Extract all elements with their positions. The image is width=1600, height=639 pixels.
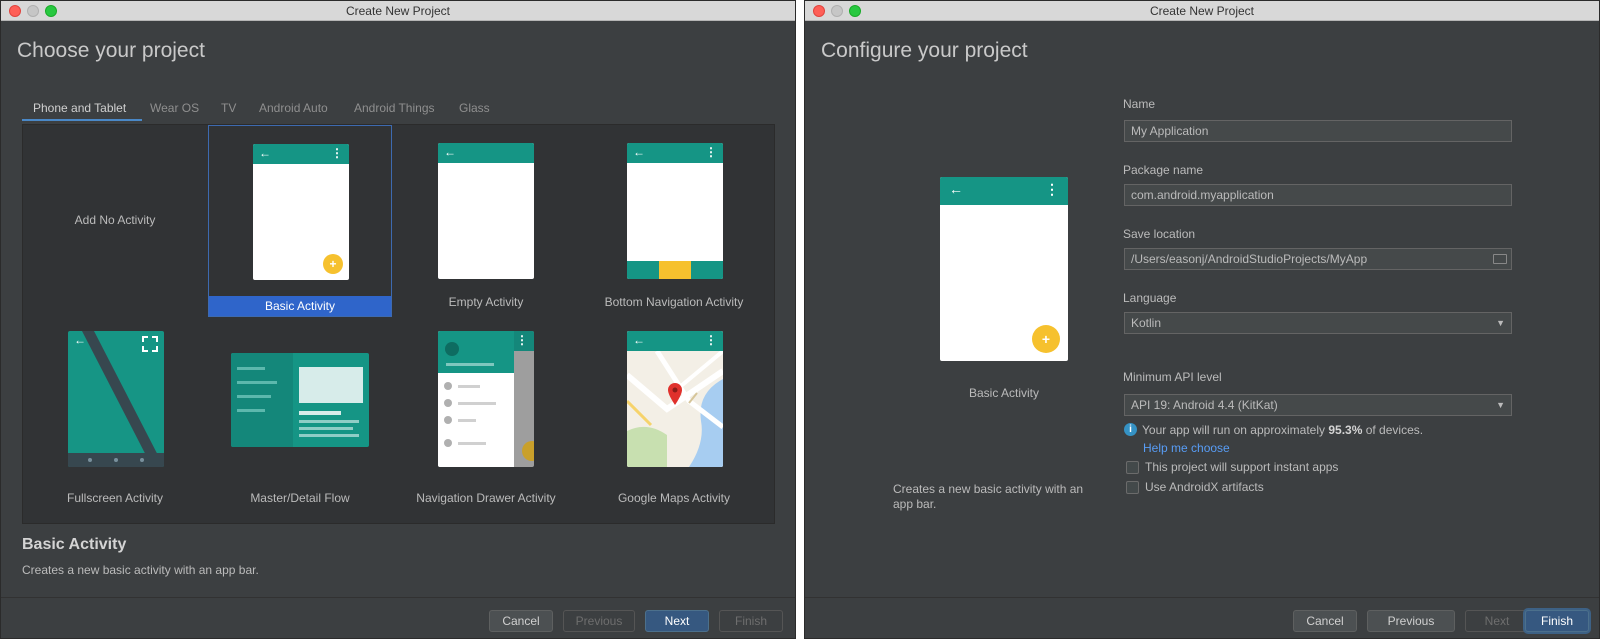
title-bar: Create New Project <box>1 1 795 21</box>
language-select[interactable]: Kotlin ▼ <box>1124 312 1512 334</box>
template-basic-activity[interactable]: ← ⋮ + Basic Activity <box>208 125 392 317</box>
template-label: Fullscreen Activity <box>66 491 164 505</box>
previous-button[interactable]: Previous <box>1367 610 1455 632</box>
save-location-value: /Users/easonj/AndroidStudioProjects/MyAp… <box>1131 252 1368 266</box>
dropdown-caret-icon: ▼ <box>1496 318 1505 328</box>
window-title: Create New Project <box>1149 4 1255 18</box>
next-button[interactable]: Next <box>1465 610 1529 632</box>
template-google-maps-activity[interactable]: ← ⋮ Google Maps Activity <box>579 321 769 511</box>
fullscreen-thumbnail: ← <box>68 331 164 467</box>
tab-glass[interactable]: Glass <box>459 101 490 115</box>
title-bar: Create New Project <box>805 1 1599 21</box>
back-arrow-icon: ← <box>633 333 645 347</box>
plus-icon: + <box>1032 325 1060 353</box>
footer-divider <box>805 597 1599 598</box>
help-me-choose-link[interactable]: Help me choose <box>1143 441 1230 455</box>
navigation-drawer-thumbnail: ⋮ <box>438 331 534 467</box>
finish-button[interactable]: Finish <box>719 610 783 632</box>
minimum-api-value: API 19: Android 4.4 (KitKat) <box>1131 398 1278 412</box>
minimum-api-label: Minimum API level <box>1123 370 1222 384</box>
google-maps-thumbnail: ← ⋮ <box>627 331 723 467</box>
template-description-title: Basic Activity <box>22 536 127 553</box>
minimum-api-select[interactable]: API 19: Android 4.4 (KitKat) ▼ <box>1124 394 1512 416</box>
template-fullscreen-activity[interactable]: ← Fullscreen Activity <box>23 321 207 511</box>
template-gallery: Add No Activity ← ⋮ + Basic Activity ← Em… <box>22 124 775 524</box>
back-arrow-icon: ← <box>259 146 271 160</box>
info-suffix: of devices. <box>1365 423 1424 437</box>
back-arrow-icon: ← <box>633 145 645 159</box>
back-arrow-icon: ← <box>949 181 963 197</box>
preview-description: Creates a new basic activity with an app… <box>893 482 1084 511</box>
window-title: Create New Project <box>345 4 451 18</box>
template-label: Empty Activity <box>448 295 524 309</box>
package-name-label: Package name <box>1123 163 1204 177</box>
plus-icon: + <box>323 254 343 274</box>
template-label: Bottom Navigation Activity <box>604 295 744 309</box>
overflow-menu-icon: ⋮ <box>705 145 717 159</box>
master-detail-thumbnail <box>231 353 369 447</box>
empty-activity-thumbnail: ← <box>438 143 534 279</box>
expand-icon <box>142 336 158 352</box>
template-add-no-activity[interactable]: Add No Activity <box>23 125 207 315</box>
preview-label: Basic Activity <box>968 386 1040 400</box>
template-description-text: Creates a new basic activity with an app… <box>22 563 259 577</box>
cancel-button[interactable]: Cancel <box>489 610 553 632</box>
fab-peek <box>522 441 534 461</box>
api-coverage-info: Your app will run on approximately 95.3%… <box>1142 423 1423 437</box>
active-tab-indicator <box>22 119 142 121</box>
template-label: Add No Activity <box>74 213 156 227</box>
dropdown-caret-icon: ▼ <box>1496 400 1505 410</box>
activity-preview: ← ⋮ + <box>940 177 1068 361</box>
androidx-label[interactable]: Use AndroidX artifacts <box>1145 480 1264 494</box>
language-label: Language <box>1123 291 1177 305</box>
drawer-panel <box>438 331 514 467</box>
template-master-detail-flow[interactable]: Master/Detail Flow <box>208 321 392 511</box>
back-arrow-icon: ← <box>444 145 456 159</box>
save-location-field[interactable]: /Users/easonj/AndroidStudioProjects/MyAp… <box>1124 248 1512 270</box>
template-bottom-navigation-activity[interactable]: ← ⋮ Bottom Navigation Activity <box>579 125 769 315</box>
name-label: Name <box>1123 97 1156 111</box>
name-field[interactable]: My Application <box>1124 120 1512 142</box>
instant-apps-checkbox[interactable] <box>1126 461 1139 474</box>
page-title: Configure your project <box>821 39 1028 62</box>
template-navigation-drawer-activity[interactable]: ⋮ Navigation Drawer Activity <box>394 321 578 511</box>
template-label: Navigation Drawer Activity <box>416 491 556 505</box>
info-prefix: Your app will run on approximately <box>1142 423 1325 437</box>
previous-button[interactable]: Previous <box>563 610 635 632</box>
overflow-menu-icon: ⋮ <box>1045 181 1059 197</box>
package-name-field[interactable]: com.android.myapplication <box>1124 184 1512 206</box>
tab-wear-os[interactable]: Wear OS <box>150 101 199 115</box>
tab-android-things[interactable]: Android Things <box>354 101 435 115</box>
coverage-percent: 95.3% <box>1328 423 1363 437</box>
map-pin-icon <box>668 383 682 405</box>
androidx-checkbox[interactable] <box>1126 481 1139 494</box>
info-icon: i <box>1124 423 1137 436</box>
page-title: Choose your project <box>17 39 205 62</box>
folder-icon[interactable] <box>1493 254 1507 264</box>
choose-project-window: Create New Project Choose your project P… <box>0 0 796 639</box>
language-value: Kotlin <box>1131 316 1162 330</box>
overflow-menu-icon: ⋮ <box>705 333 717 347</box>
template-label: Google Maps Activity <box>617 491 731 505</box>
template-empty-activity[interactable]: ← Empty Activity <box>394 125 578 315</box>
save-location-label: Save location <box>1123 227 1196 241</box>
basic-activity-thumbnail: ← ⋮ + <box>253 144 349 280</box>
overflow-menu-icon: ⋮ <box>516 333 528 347</box>
tab-phone-and-tablet[interactable]: Phone and Tablet <box>33 101 126 115</box>
next-button[interactable]: Next <box>645 610 709 632</box>
instant-apps-label[interactable]: This project will support instant apps <box>1145 460 1338 474</box>
footer-divider <box>1 597 795 598</box>
cancel-button[interactable]: Cancel <box>1293 610 1357 632</box>
back-arrow-icon: ← <box>74 333 86 347</box>
template-label: Master/Detail Flow <box>250 491 350 505</box>
finish-button[interactable]: Finish <box>1525 610 1589 632</box>
overflow-menu-icon: ⋮ <box>331 146 343 160</box>
template-label: Basic Activity <box>209 296 391 316</box>
bottom-navigation-thumbnail: ← ⋮ <box>627 143 723 279</box>
tab-tv[interactable]: TV <box>221 101 236 115</box>
tab-android-auto[interactable]: Android Auto <box>259 101 328 115</box>
